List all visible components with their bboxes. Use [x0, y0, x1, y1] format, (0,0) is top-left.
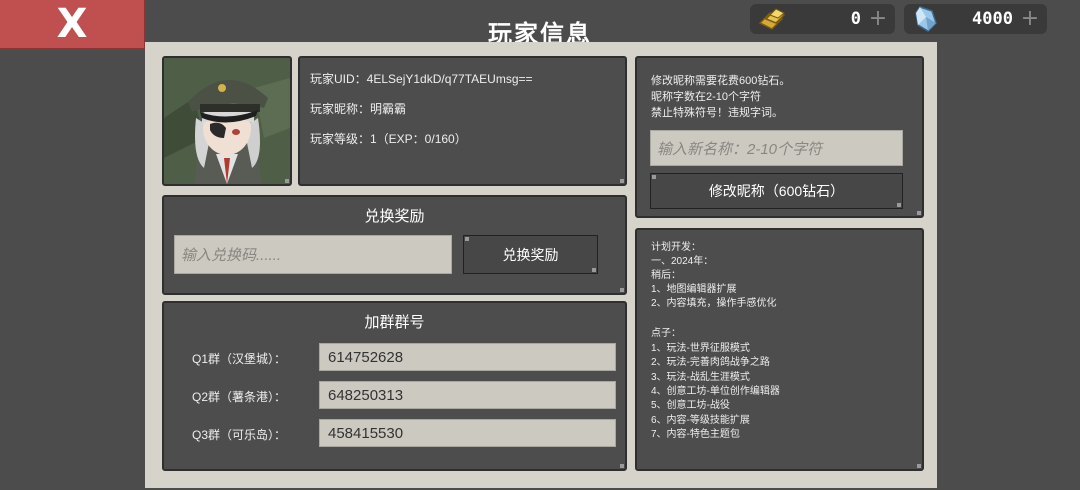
gold-currency: 0 +	[750, 4, 895, 34]
group-label-q1: Q1群（汉堡城）：	[192, 352, 287, 366]
dev-plan-line: 点子：	[651, 328, 681, 339]
dev-plan-line: 3、玩法-战乱生涯模式	[651, 372, 750, 383]
dev-plan-line: 1、地图编辑器扩展	[651, 284, 737, 295]
rename-section: 修改昵称需要花费600钻石。 昵称字数在2-10个字符 禁止特殊符号！违规字词。…	[635, 56, 924, 218]
player-nickname: 玩家昵称：明霸霸	[310, 102, 407, 116]
gold-value: 0	[850, 9, 861, 29]
group-number-q2[interactable]: 648250313	[319, 381, 616, 409]
player-uid: 玩家UID：4ELSejY1dkD/q77TAEUmsg==	[310, 72, 533, 86]
rename-info-line: 禁止特殊符号！违规字词。	[651, 107, 783, 119]
group-number-q3[interactable]: 458415530	[319, 419, 616, 447]
group-title: 加群群号	[364, 314, 425, 331]
redeem-button[interactable]: 兑换奖励	[463, 235, 598, 274]
rename-button[interactable]: 修改昵称（600钻石）	[650, 173, 903, 209]
diamond-icon	[910, 5, 942, 33]
development-plan-section: 计划开发： 一、2024年： 稍后： 1、地图编辑器扩展 2、内容填充，操作手感…	[635, 228, 924, 471]
rename-info-line: 昵称字数在2-10个字符	[651, 91, 762, 103]
dev-plan-line: 7、内容-特色主题包	[651, 429, 740, 440]
dev-plan-line: 2、内容填充，操作手感优化	[651, 298, 777, 309]
close-button[interactable]: X	[0, 0, 146, 50]
group-section: 加群群号 Q1群（汉堡城）： 614752628 Q2群（薯条港）： 64825…	[162, 301, 627, 471]
player-level: 玩家等级：1（EXP：0/160）	[310, 132, 467, 146]
dev-plan-line: 5、创意工坊-战役	[651, 400, 730, 411]
dev-plan-line: 6、内容-等级技能扩展	[651, 415, 750, 426]
dev-plan-line: 1、玩法-世界征服模式	[651, 343, 750, 354]
group-number-q1[interactable]: 614752628	[319, 343, 616, 371]
player-avatar	[162, 56, 292, 186]
redeem-code-input[interactable]: 输入兑换码......	[174, 235, 452, 274]
dev-plan-line: 稍后：	[651, 270, 681, 281]
dev-plan-line: 4、创意工坊-单位创作编辑器	[651, 386, 780, 397]
add-gold-button[interactable]: +	[867, 8, 889, 30]
redeem-title: 兑换奖励	[364, 208, 425, 225]
gem-currency: 4000 +	[904, 4, 1047, 34]
new-name-input[interactable]: 输入新名称：2-10个字符	[650, 130, 903, 166]
add-gem-button[interactable]: +	[1019, 8, 1041, 30]
gold-bar-icon	[756, 5, 788, 33]
rename-info-line: 修改昵称需要花费600钻石。	[651, 75, 791, 87]
officer-portrait-icon	[164, 58, 290, 184]
player-info-panel: 玩家UID：4ELSejY1dkD/q77TAEUmsg== 玩家昵称：明霸霸 …	[145, 42, 937, 488]
redeem-section: 兑换奖励 输入兑换码...... 兑换奖励	[162, 195, 627, 295]
player-info-box: 玩家UID：4ELSejY1dkD/q77TAEUmsg== 玩家昵称：明霸霸 …	[298, 56, 627, 186]
group-label-q3: Q3群（可乐岛）：	[192, 428, 287, 442]
dev-plan-line: 一、2024年：	[651, 256, 714, 267]
dev-plan-line: 2、玩法-完善肉鸽战争之路	[651, 357, 770, 368]
dev-plan-line: 计划开发：	[651, 242, 701, 253]
group-label-q2: Q2群（薯条港）：	[192, 390, 287, 404]
gem-value: 4000	[972, 9, 1013, 29]
